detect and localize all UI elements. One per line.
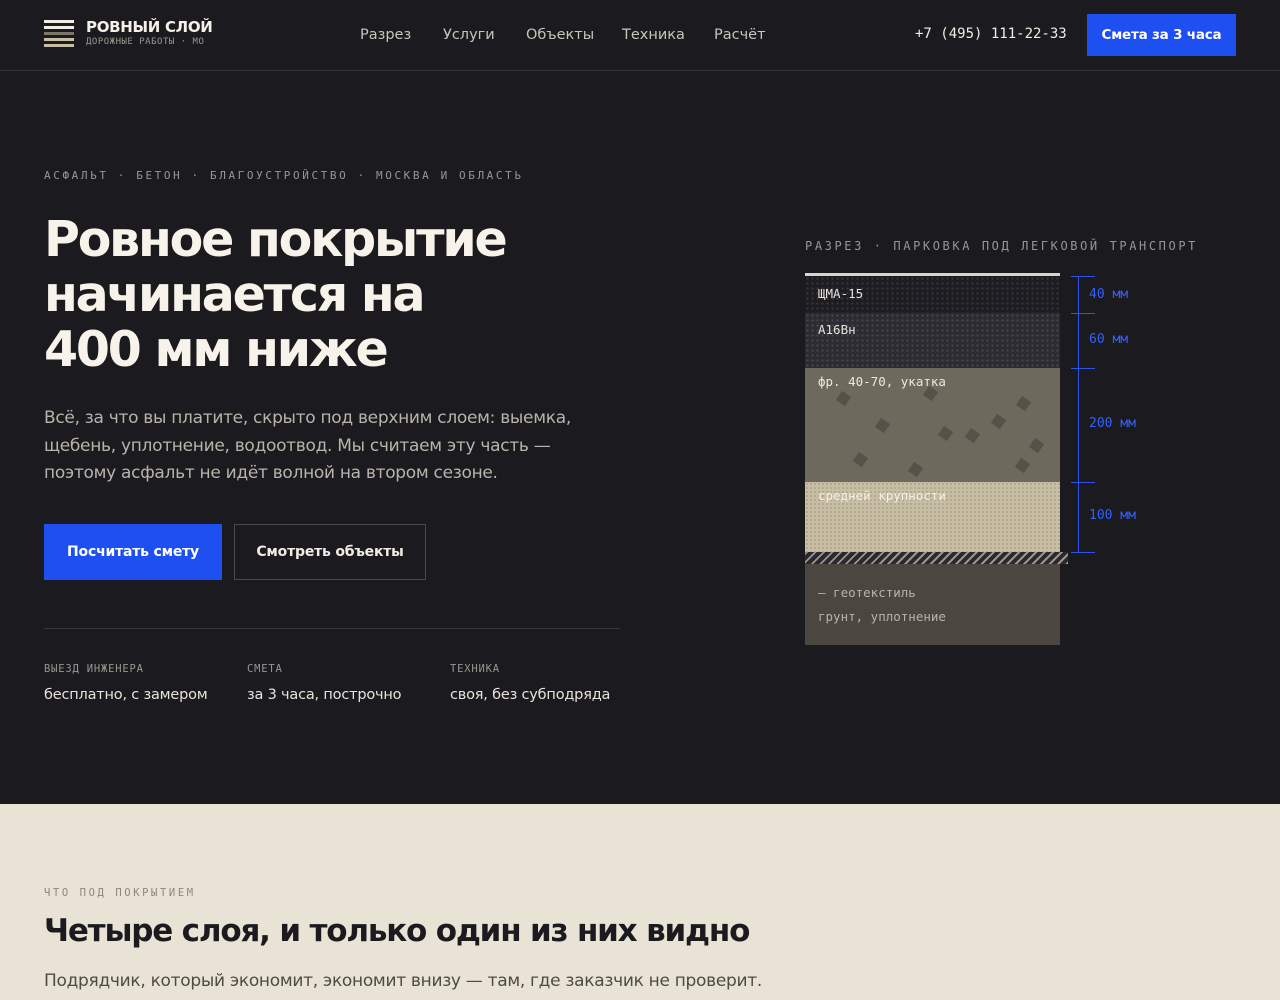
stone-shape — [852, 451, 869, 468]
fact-label: ТЕХНИКА — [450, 663, 500, 675]
layer-sma: ЩМА-15 — [805, 276, 1060, 313]
brand-name[interactable]: РОВНЫЙ СЛОЙ — [86, 18, 213, 36]
stone-shape — [874, 417, 891, 434]
fact-label: ВЫЕЗД ИНЖЕНЕРА — [44, 663, 144, 675]
hero-title-line: Ровное покрытие — [44, 211, 508, 268]
layer-crushed-stone: фр. 40-70, укатка — [805, 368, 1060, 482]
hero-title-line: начинается на — [44, 266, 426, 323]
road-section-diagram: ЩМА-15 А16Вн фр. 40-70, укатка средней к… — [805, 273, 1068, 645]
brand-tagline: ДОРОЖНЫЕ РАБОТЫ · МО — [86, 37, 205, 47]
fact-equipment: ТЕХНИКА своя, без субподряда — [450, 663, 610, 703]
fact-value: своя, без субподряда — [450, 687, 611, 703]
fact-estimate: СМЕТА за 3 часа, построчно — [247, 663, 402, 703]
fact-value: за 3 часа, построчно — [247, 687, 402, 703]
phone-link[interactable]: +7 (495) 111-22-33 — [915, 26, 1067, 42]
stone-shape — [1014, 457, 1031, 474]
dimension-label: 200 мм — [1089, 416, 1136, 431]
section-title: Четыре слоя, и только один из них видно — [44, 913, 750, 949]
dimension-label: 60 мм — [1089, 332, 1129, 347]
fact-engineer: ВЫЕЗД ИНЖЕНЕРА бесплатно, с замером — [44, 663, 208, 703]
stone-shape — [1015, 395, 1032, 412]
nav-item-obekty[interactable]: Объекты — [526, 27, 594, 43]
calculate-estimate-button[interactable]: Посчитать смету — [44, 524, 222, 580]
dimension-tick — [1071, 276, 1095, 277]
estimate-cta-button[interactable]: Смета за 3 часа — [1087, 14, 1236, 56]
section-text: Подрядчик, который экономит, экономит вн… — [44, 971, 762, 991]
dimension-label: 40 мм — [1089, 287, 1129, 302]
hero-eyebrow: АСФАЛЬТ · БЕТОН · БЛАГОУСТРОЙСТВО · МОСК… — [44, 169, 524, 182]
layer-binder: А16Вн — [805, 313, 1060, 368]
stone-shape — [907, 461, 924, 478]
layer-label: средней крупности — [818, 488, 946, 503]
layered-road-logo-icon[interactable] — [44, 20, 74, 49]
section-caption: РАЗРЕЗ · ПАРКОВКА ПОД ЛЕГКОВОЙ ТРАНСПОРТ — [805, 239, 1198, 253]
site-header: РОВНЫЙ СЛОЙ ДОРОЖНЫЕ РАБОТЫ · МО Разрез … — [0, 0, 1280, 71]
layer-label: А16Вн — [818, 322, 856, 337]
stone-shape — [1028, 437, 1045, 454]
dimension-tick — [1071, 482, 1095, 483]
stone-shape — [937, 425, 954, 442]
nav-item-raschet[interactable]: Расчёт — [714, 27, 766, 43]
dimension-axis — [1078, 276, 1079, 553]
geotextile-hatch — [805, 552, 1068, 564]
view-projects-button[interactable]: Смотреть объекты — [234, 524, 426, 580]
layer-sand: средней крупности — [805, 482, 1060, 552]
dimension-tick — [1071, 313, 1095, 314]
dimension-label: 100 мм — [1089, 508, 1136, 523]
layer-label: ЩМА-15 — [818, 286, 864, 301]
stone-shape — [964, 427, 981, 444]
hero-lead: Всё, за что вы платите, скрыто под верхн… — [44, 408, 571, 483]
layer-label: фр. 40-70, укатка — [818, 374, 946, 389]
layers-section: ЧТО ПОД ПОКРЫТИЕМ Четыре слоя, и только … — [0, 804, 1280, 1000]
fact-value: бесплатно, с замером — [44, 687, 208, 703]
soil-label: грунт, уплотнение — [818, 609, 946, 624]
section-eyebrow: ЧТО ПОД ПОКРЫТИЕМ — [44, 887, 196, 899]
stone-shape — [835, 390, 852, 407]
fact-label: СМЕТА — [247, 663, 283, 675]
dimension-tick — [1071, 552, 1095, 553]
nav-item-tehnika[interactable]: Техника — [622, 27, 685, 43]
hero-title: Ровное покрытие начинается на 400 мм ниж… — [44, 212, 684, 377]
layer-soil: — геотекстиль грунт, уплотнение — [805, 564, 1060, 645]
hero-title-line: 400 мм ниже — [44, 321, 389, 378]
dimension-tick — [1071, 368, 1095, 369]
divider — [44, 628, 620, 629]
geotextile-label: — геотекстиль — [818, 585, 916, 600]
nav-item-uslugi[interactable]: Услуги — [443, 27, 495, 43]
nav-item-razrez[interactable]: Разрез — [360, 27, 411, 43]
stone-shape — [990, 413, 1007, 430]
